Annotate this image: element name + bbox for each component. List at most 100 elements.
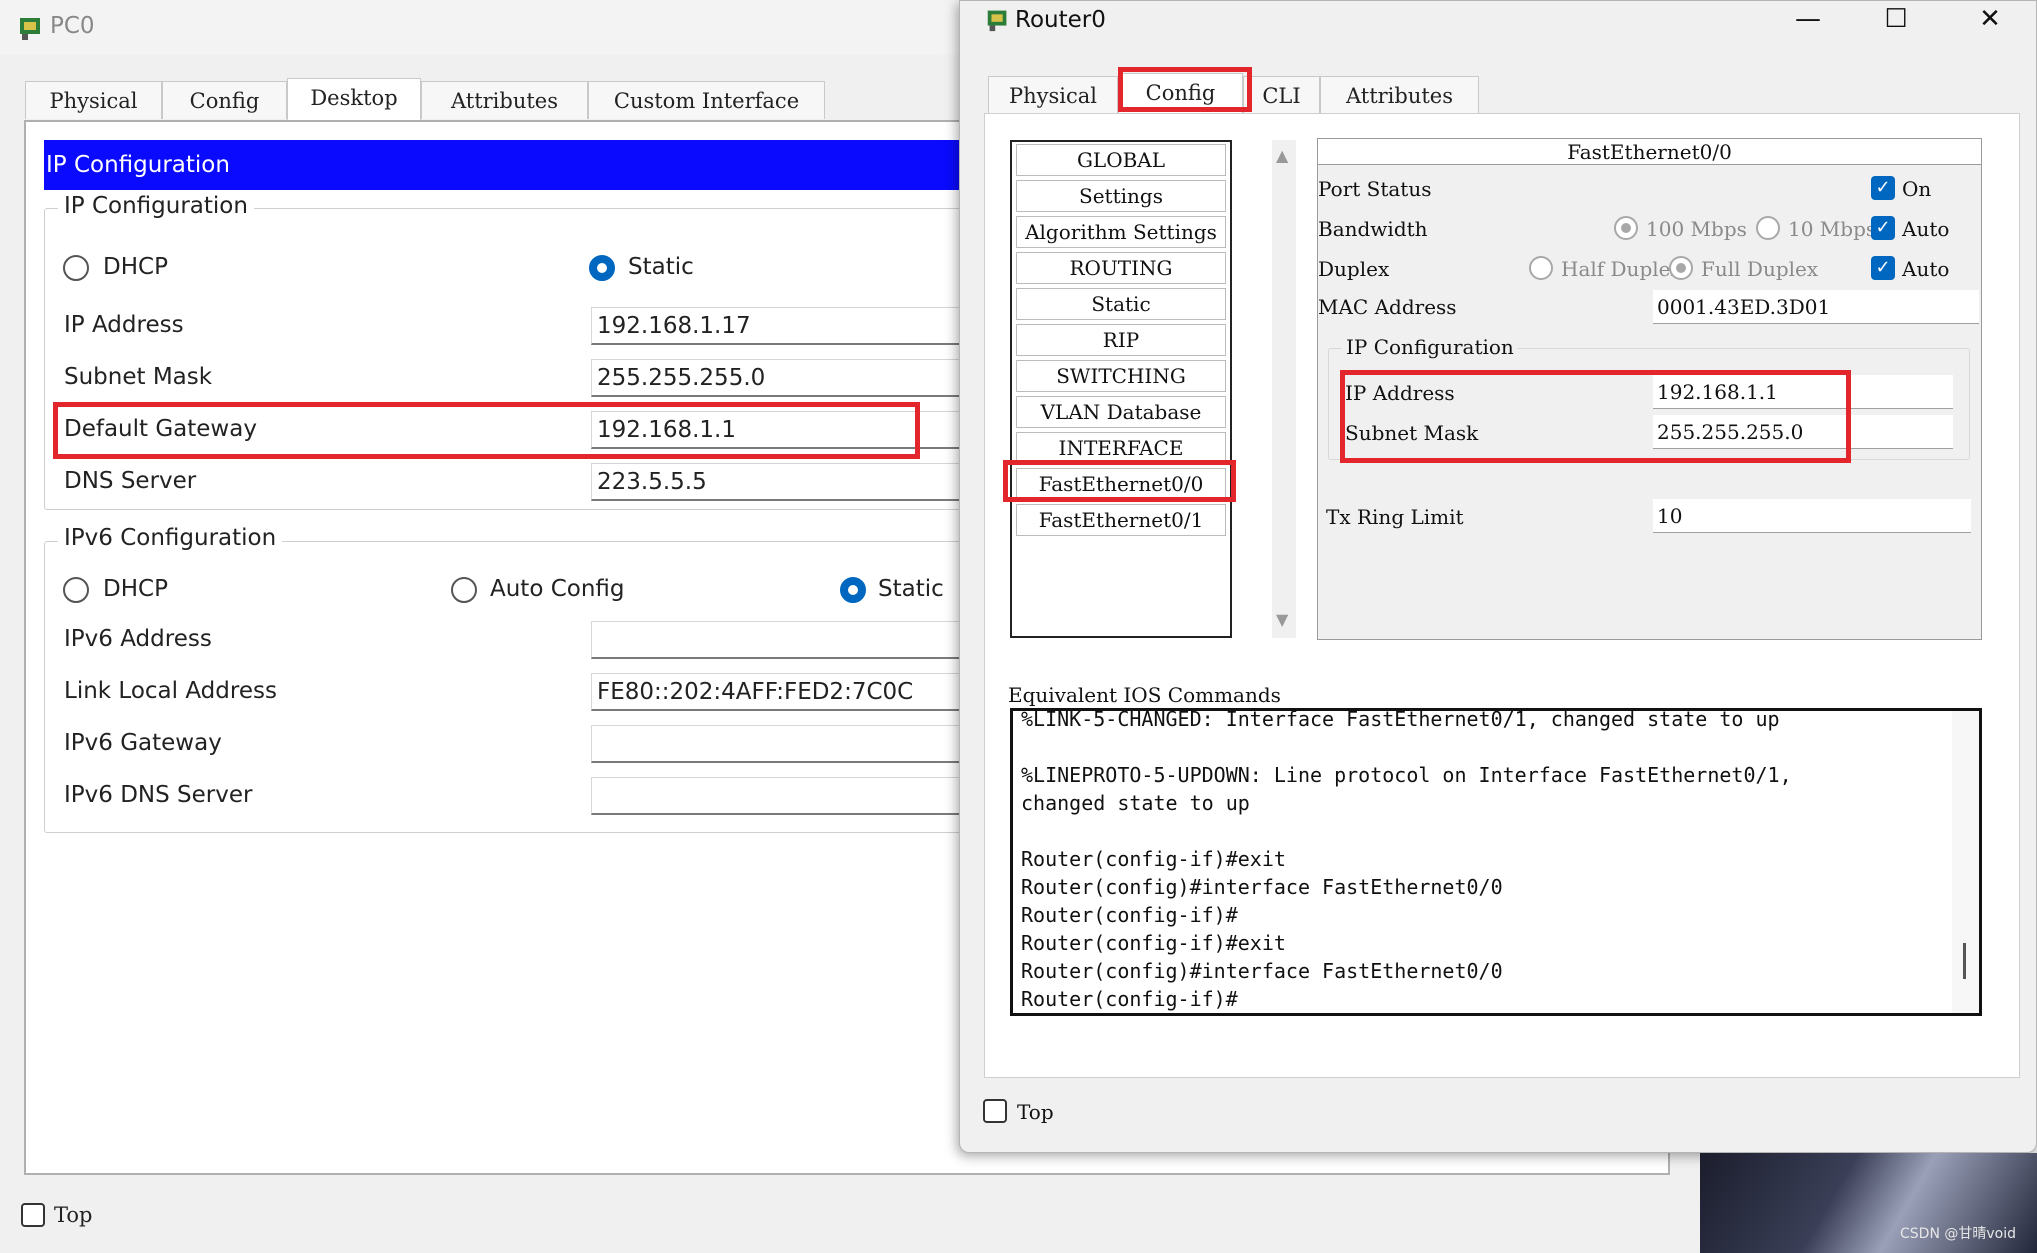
mac-address-field[interactable]: 0001.43ED.3D01	[1653, 290, 1979, 324]
router0-tabbar: Physical Config CLI Attributes	[988, 73, 1479, 116]
close-icon[interactable]: ✕	[1950, 1, 2030, 41]
tx-ring-limit-label: Tx Ring Limit	[1326, 505, 1464, 529]
port-status-label: Port Status	[1318, 177, 1432, 201]
bandwidth-auto-label: Auto	[1902, 217, 1950, 241]
ipv6-legend: IPv6 Configuration	[58, 525, 283, 551]
pc0-tabbar: Physical Config Desktop Attributes Custo…	[25, 78, 1025, 123]
nav-fastethernet0-0[interactable]: FastEthernet0/0	[1016, 468, 1226, 500]
ipv6-static-radio[interactable]	[840, 577, 866, 603]
minimize-icon[interactable]: —	[1768, 1, 1848, 41]
ios-line: %LINEPROTO-5-UPDOWN: Line protocol on In…	[1021, 763, 1792, 787]
config-nav-list: GLOBAL Settings Algorithm Settings ROUTI…	[1010, 140, 1232, 638]
ios-line: Router(config-if)#exit	[1021, 847, 1286, 871]
port-header: FastEthernet0/0	[1318, 139, 1981, 165]
tab-custom-interface[interactable]: Custom Interface	[588, 81, 825, 119]
tab-attributes[interactable]: Attributes	[421, 81, 588, 119]
ios-line: Router(config)#interface FastEthernet0/0	[1021, 959, 1503, 983]
router0-top-label: Top	[1017, 1100, 1054, 1124]
ipv4-static-radio[interactable]	[589, 255, 615, 281]
tab-cli[interactable]: CLI	[1243, 76, 1320, 114]
nav-settings[interactable]: Settings	[1016, 180, 1226, 212]
nav-scrollbar[interactable]: ▲ ▼	[1272, 140, 1296, 638]
pc0-title: PC0	[50, 13, 95, 39]
router0-titlebar: Router0 — ☐ ✕	[960, 1, 2036, 45]
port-subnet-mask-label: Subnet Mask	[1345, 421, 1479, 445]
ipv6-auto-config-radio[interactable]	[451, 577, 477, 603]
nav-interface[interactable]: INTERFACE	[1016, 432, 1226, 464]
ios-scrollbar-thumb[interactable]	[1963, 943, 1966, 979]
tab-config[interactable]: Config	[162, 81, 287, 119]
default-gateway-label: Default Gateway	[64, 416, 257, 442]
full-duplex-radio[interactable]	[1669, 256, 1693, 280]
half-duplex-radio[interactable]	[1529, 256, 1553, 280]
router0-top-checkbox[interactable]	[983, 1099, 1007, 1123]
ios-line: Router(config-if)#	[1021, 987, 1238, 1011]
ipv6-dhcp-radio[interactable]	[63, 577, 89, 603]
pc0-top-label: Top	[54, 1203, 93, 1227]
ios-line: Router(config-if)#	[1021, 903, 1238, 927]
tab-physical[interactable]: Physical	[988, 76, 1118, 114]
tab-attributes[interactable]: Attributes	[1320, 76, 1479, 114]
router0-title: Router0	[1015, 7, 1106, 33]
watermark: CSDN @甘晴void	[1900, 1226, 2016, 1242]
ipv6-dns-server-label: IPv6 DNS Server	[64, 782, 253, 808]
full-duplex-label: Full Duplex	[1701, 257, 1819, 281]
bandwidth-100-label: 100 Mbps	[1646, 217, 1747, 241]
dns-server-label: DNS Server	[64, 468, 197, 494]
nav-switching[interactable]: SWITCHING	[1016, 360, 1226, 392]
nav-rip[interactable]: RIP	[1016, 324, 1226, 356]
tx-ring-limit-field[interactable]: 10	[1653, 499, 1971, 533]
nav-global[interactable]: GLOBAL	[1016, 144, 1226, 176]
nav-static[interactable]: Static	[1016, 288, 1226, 320]
link-local-address-label: Link Local Address	[64, 678, 277, 704]
nav-algorithm-settings[interactable]: Algorithm Settings	[1016, 216, 1226, 248]
mac-address-label: MAC Address	[1318, 295, 1457, 319]
half-duplex-label: Half Duplex	[1561, 257, 1682, 281]
bandwidth-10-label: 10 Mbps	[1788, 217, 1877, 241]
port-status-on-label: On	[1902, 177, 1932, 201]
bandwidth-label: Bandwidth	[1318, 217, 1428, 241]
pc0-top-checkbox[interactable]	[21, 1203, 45, 1227]
duplex-auto-checkbox[interactable]: ✓	[1871, 256, 1895, 280]
ipv6-gateway-label: IPv6 Gateway	[64, 730, 222, 756]
ios-commands-console[interactable]: %LINK-5-CHANGED: Interface FastEthernet0…	[1010, 708, 1982, 1016]
ipv4-legend: IP Configuration	[58, 193, 254, 219]
tab-physical[interactable]: Physical	[25, 81, 162, 119]
router0-window: Router0 — ☐ ✕ Physical Config CLI Attrib…	[959, 0, 2037, 1153]
nav-fastethernet0-1[interactable]: FastEthernet0/1	[1016, 504, 1226, 536]
bandwidth-auto-checkbox[interactable]: ✓	[1871, 216, 1895, 240]
ios-line: %LINK-5-CHANGED: Interface FastEthernet0…	[1021, 708, 1780, 731]
duplex-auto-label: Auto	[1902, 257, 1950, 281]
ios-commands-label: Equivalent IOS Commands	[1008, 683, 1281, 707]
ipv4-static-label: Static	[628, 254, 694, 280]
port-ip-config-legend: IP Configuration	[1342, 335, 1518, 359]
ios-line: Router(config)#interface FastEthernet0/0	[1021, 875, 1503, 899]
ip-address-label: IP Address	[64, 312, 184, 338]
bandwidth-100-radio[interactable]	[1614, 216, 1638, 240]
bandwidth-10-radio[interactable]	[1756, 216, 1780, 240]
scroll-down-icon[interactable]: ▼	[1276, 610, 1288, 629]
ipv6-dhcp-label: DHCP	[103, 576, 168, 602]
ios-line: changed state to up	[1021, 791, 1250, 815]
ios-line: Router(config-if)#exit	[1021, 931, 1286, 955]
nav-vlan-database[interactable]: VLAN Database	[1016, 396, 1226, 428]
ipv4-dhcp-label: DHCP	[103, 254, 168, 280]
maximize-icon[interactable]: ☐	[1856, 1, 1936, 41]
scroll-up-icon[interactable]: ▲	[1276, 146, 1288, 165]
tab-desktop[interactable]: Desktop	[287, 78, 421, 120]
ipv6-auto-config-label: Auto Config	[490, 576, 625, 602]
port-ip-address-label: IP Address	[1345, 381, 1455, 405]
ipv6-address-label: IPv6 Address	[64, 626, 212, 652]
port-settings-panel: FastEthernet0/0 Port Status ✓ On Bandwid…	[1317, 138, 1982, 640]
ios-scrollbar[interactable]	[1952, 711, 1979, 1013]
port-ip-address-field[interactable]: 192.168.1.1	[1653, 375, 1953, 409]
packet-tracer-icon	[20, 18, 40, 40]
port-subnet-mask-field[interactable]: 255.255.255.0	[1653, 415, 1953, 449]
packet-tracer-icon	[987, 10, 1007, 32]
nav-routing[interactable]: ROUTING	[1016, 252, 1226, 284]
ipv4-dhcp-radio[interactable]	[63, 255, 89, 281]
tab-config[interactable]: Config	[1118, 73, 1243, 115]
port-status-checkbox[interactable]: ✓	[1871, 176, 1895, 200]
ipv6-static-label: Static	[878, 576, 944, 602]
duplex-label: Duplex	[1318, 257, 1390, 281]
